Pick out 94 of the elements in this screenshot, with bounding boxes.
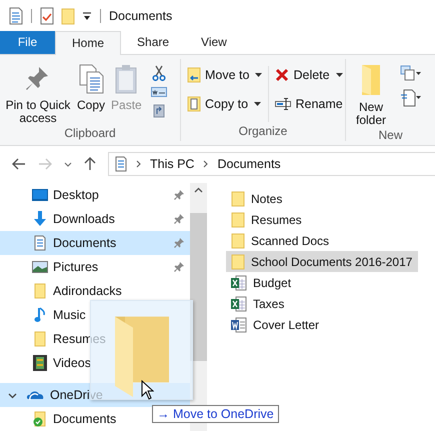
- film-icon: [33, 355, 47, 371]
- scissors-icon[interactable]: [152, 65, 166, 81]
- chevron-icon[interactable]: [8, 390, 17, 400]
- file-name: Cover Letter: [253, 318, 320, 332]
- rename-button[interactable]: Rename: [275, 93, 343, 115]
- nav-item[interactable]: Adirondacks: [0, 279, 190, 303]
- group-label: New: [377, 127, 404, 143]
- file-name: Budget: [253, 276, 292, 290]
- nav-label: Documents: [53, 236, 116, 250]
- group-label: Organize: [238, 123, 288, 140]
- recent-locations-icon[interactable]: [64, 162, 72, 166]
- move-to-button[interactable]: Move to: [187, 64, 262, 86]
- window-title: Documents: [109, 8, 172, 22]
- file-name: Notes: [251, 192, 282, 206]
- pin-button[interactable]: Pin to Quick access: [2, 61, 74, 125]
- file-menu-tab[interactable]: File: [0, 31, 55, 54]
- nav-label: Resumes: [53, 332, 106, 346]
- file-name: Taxes: [253, 296, 284, 310]
- copy-icon: [78, 64, 104, 94]
- nav-item[interactable]: Resumes: [0, 327, 190, 351]
- group-label: Clipboard: [63, 125, 117, 141]
- nav-label: Videos: [53, 356, 91, 370]
- ribbon-tab[interactable]: View: [185, 31, 243, 54]
- nav-label: OneDrive: [50, 388, 103, 402]
- file-item[interactable]: Scanned Docs: [226, 230, 417, 251]
- cursor-icon: [141, 380, 154, 400]
- new-folder-button[interactable]: New folder: [348, 61, 394, 127]
- download-icon: [33, 211, 47, 227]
- file-name: Scanned Docs: [251, 234, 330, 248]
- up-icon[interactable]: [84, 157, 96, 171]
- caret-icon: [254, 102, 262, 106]
- file-item[interactable]: School Documents 2016-2017: [226, 251, 418, 272]
- nav-item[interactable]: Videos: [0, 351, 190, 375]
- delete-button[interactable]: Delete: [275, 64, 343, 86]
- ribbon-tab[interactable]: Share: [121, 31, 186, 54]
- drag-tooltip: → Move to OneDrive: [152, 405, 279, 423]
- nav-label: Downloads: [53, 212, 115, 226]
- folder-icon: [231, 232, 245, 248]
- file-name: School Documents 2016-2017: [251, 254, 412, 268]
- scroll-up-icon[interactable]: [194, 187, 203, 193]
- copy-folder-icon: [187, 96, 201, 112]
- folder-icon: [231, 254, 245, 270]
- document-icon[interactable]: [9, 6, 23, 24]
- document-icon: [34, 235, 46, 251]
- folder-icon: [34, 331, 46, 347]
- file-item[interactable]: Budget: [226, 272, 417, 293]
- nav-label: Documents: [53, 412, 116, 426]
- caret-icon: [336, 73, 343, 77]
- copy-to-button[interactable]: Copy to: [187, 93, 262, 115]
- dropdown-icon[interactable]: [82, 10, 92, 20]
- folder-icon: [34, 283, 46, 299]
- delete-icon: [275, 68, 290, 82]
- folder-icon: [231, 190, 245, 206]
- nav-item[interactable]: Pictures: [0, 255, 190, 279]
- rename-icon: [275, 98, 292, 110]
- address-bar[interactable]: This PC Documents: [108, 152, 435, 176]
- easy-access-icon[interactable]: [400, 89, 422, 107]
- clipboard-icon: [114, 64, 138, 94]
- copy-button[interactable]: Copy: [74, 61, 108, 112]
- nav-item[interactable]: Downloads: [0, 207, 190, 231]
- nav-item[interactable]: Music: [0, 303, 190, 327]
- file-item[interactable]: Cover Letter: [226, 314, 417, 335]
- chevron-icon[interactable]: [203, 160, 208, 168]
- nav-label: Adirondacks: [53, 284, 122, 298]
- spreadsheet-icon: [231, 296, 247, 312]
- nav-item[interactable]: Desktop: [0, 183, 190, 207]
- caret-icon: [255, 73, 262, 77]
- nav-label: Desktop: [53, 188, 99, 202]
- folder-icon: [361, 64, 381, 96]
- file-name: Resumes: [251, 212, 302, 226]
- move-folder-icon: [187, 67, 201, 83]
- nav-item[interactable]: Documents: [0, 231, 190, 255]
- copy-path-icon[interactable]: [150, 87, 167, 97]
- nav-label: Pictures: [53, 260, 98, 274]
- desktop-icon: [32, 189, 48, 201]
- landscape-icon: [32, 261, 48, 273]
- word-document-icon: [231, 316, 247, 332]
- breadcrumb[interactable]: Documents: [217, 157, 281, 171]
- back-icon[interactable]: [12, 158, 26, 170]
- synced-folder-icon: [33, 411, 47, 427]
- properties-icon[interactable]: [40, 6, 54, 24]
- file-item[interactable]: Taxes: [226, 293, 417, 314]
- breadcrumb[interactable]: This PC: [150, 157, 194, 171]
- file-item[interactable]: Notes: [226, 188, 417, 209]
- new-item-icon[interactable]: [400, 65, 422, 81]
- chevron-icon[interactable]: [136, 160, 141, 168]
- spreadsheet-icon: [231, 274, 247, 290]
- music-note-icon: [34, 307, 46, 323]
- file-item[interactable]: Resumes: [226, 209, 417, 230]
- document-icon: [115, 156, 127, 172]
- ribbon-tab[interactable]: Home: [55, 31, 122, 55]
- folder-icon: [231, 212, 245, 228]
- paste-shortcut-icon[interactable]: [152, 103, 165, 118]
- nav-label: Music: [53, 308, 86, 322]
